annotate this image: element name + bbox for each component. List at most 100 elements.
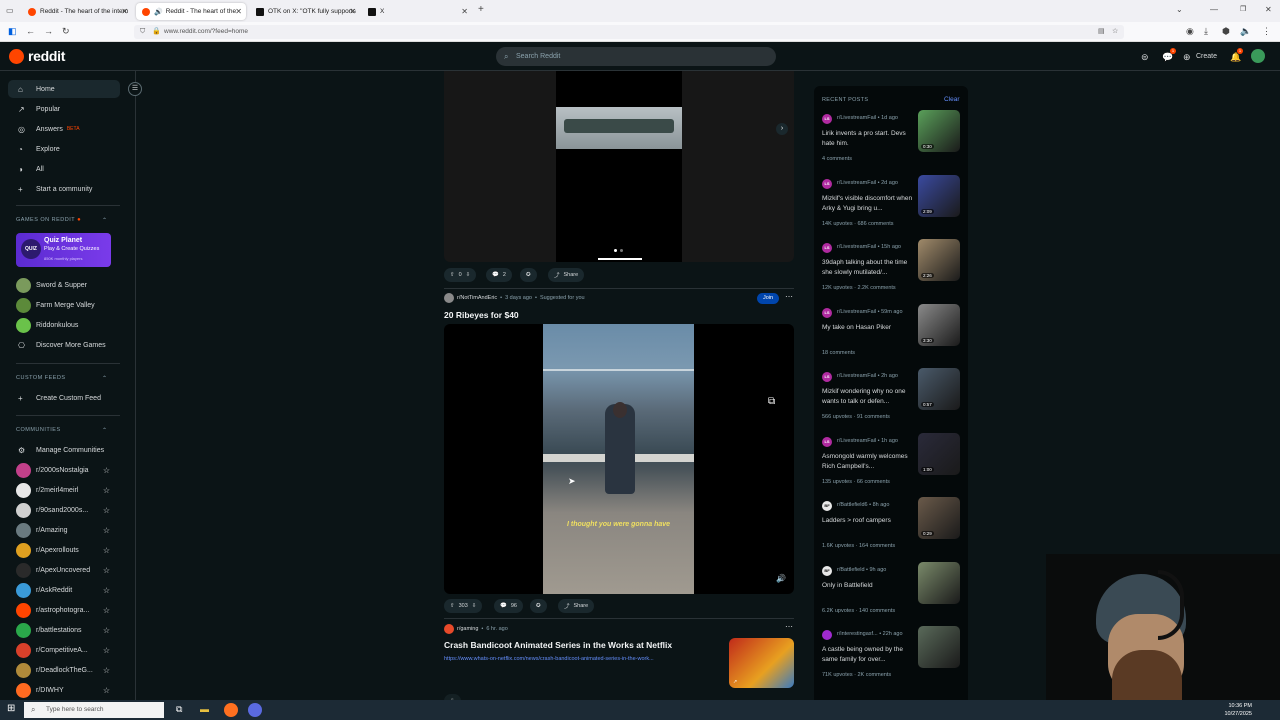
favorite-star-icon[interactable]: ☆ [103, 586, 110, 595]
recent-post-thumbnail[interactable]: 1:00 [918, 432, 960, 475]
sidebar-game-farm-merge[interactable]: Farm Merge Valley [8, 296, 120, 314]
sidebar-community-item[interactable]: r/battlestations ☆ [8, 621, 120, 639]
advertise-icon[interactable]: ⊜ [1141, 52, 1149, 63]
recent-post-title[interactable]: Asmongold warmly welcomes Rich Campbell'… [822, 452, 914, 472]
custom-feeds-header[interactable]: CUSTOM FEEDS ⌃ [16, 375, 107, 382]
favorite-star-icon[interactable]: ☆ [103, 666, 110, 675]
recent-post-thumbnail[interactable]: 0:57 [918, 368, 960, 410]
chevron-up-icon[interactable]: ⌃ [102, 217, 108, 224]
communities-header[interactable]: COMMUNITIES ⌃ [16, 427, 107, 434]
recent-post-thumbnail[interactable]: 0:29 [918, 497, 960, 539]
favorite-star-icon[interactable]: ☆ [103, 686, 110, 695]
recent-post-thumbnail[interactable]: 0:30 [918, 110, 960, 152]
favorite-star-icon[interactable]: ☆ [103, 606, 110, 615]
recent-post-subreddit[interactable]: r/LivestreamFail • 1d ago [837, 115, 898, 121]
maximize-icon[interactable]: ❐ [1240, 5, 1246, 13]
sidebar-community-item[interactable]: r/CompetitiveA... ☆ [8, 641, 120, 659]
chevron-up-icon[interactable]: ⌃ [102, 375, 108, 382]
favorite-star-icon[interactable]: ☆ [103, 466, 110, 475]
share-button[interactable]: ⤴ Share [548, 268, 585, 282]
extension-icon-2[interactable]: ⬢ [1222, 26, 1230, 37]
close-tab-icon[interactable]: ✕ [235, 7, 242, 16]
sidebar-community-item[interactable]: r/ApexUncovered ☆ [8, 561, 120, 579]
award-button[interactable]: ✪ [520, 268, 537, 282]
quiz-planet-banner[interactable]: QUIZ Quiz Planet Play & Create Quizzes 8… [16, 233, 111, 267]
recent-post-item[interactable]: LS r/LivestreamFail • 59m ago My take on H… [822, 303, 962, 370]
recent-post-thumbnail[interactable] [918, 561, 960, 604]
recent-post-subreddit[interactable]: r/interestingasf... • 22h ago [837, 631, 903, 637]
favorite-star-icon[interactable]: ☆ [103, 546, 110, 555]
more-options-icon[interactable]: ⋯ [785, 292, 793, 301]
recent-post-title[interactable]: Only in Battlefield [822, 581, 914, 601]
close-tab-icon[interactable]: ✕ [349, 7, 356, 16]
favorite-star-icon[interactable]: ☆ [103, 486, 110, 495]
sidebar-community-item[interactable]: r/90sand2000s... ☆ [8, 501, 120, 519]
favorite-star-icon[interactable]: ☆ [103, 626, 110, 635]
post-video[interactable]: I thought you were gonna have ⧉ 🔊 ➤ [444, 324, 794, 594]
recent-post-item[interactable]: LS r/LivestreamFail • 1h ago Asmongold war… [822, 432, 962, 499]
post-link[interactable]: https://www.whats-on-netflix.com/news/cr… [444, 656, 726, 662]
collapse-sidebar-button[interactable]: ☰ [128, 82, 142, 96]
close-window-icon[interactable]: ✕ [1265, 5, 1272, 14]
sidebar-discover-games[interactable]: ⎔ Discover More Games [8, 336, 120, 354]
sidebar-item-all[interactable]: ◑ All [8, 160, 120, 178]
volume-icon[interactable]: 🔊 [776, 574, 786, 583]
extension-icon[interactable]: ◉ [1186, 26, 1194, 37]
manage-communities[interactable]: ⚙ Manage Communities [8, 441, 120, 459]
post-title[interactable]: 20 Ribeyes for $40 [444, 310, 519, 320]
create-icon[interactable]: ⊕ [1183, 52, 1191, 63]
recent-post-subreddit[interactable]: r/LivestreamFail • 2h ago [837, 373, 898, 379]
recent-post-subreddit[interactable]: r/LivestreamFail • 15h ago [837, 244, 901, 250]
chevron-up-icon[interactable]: ⌃ [102, 427, 108, 434]
comments-button[interactable]: 💬 2 [486, 268, 512, 282]
recent-post-item[interactable]: BF r/Battlefield6 • 8h ago Ladders > roof … [822, 497, 962, 563]
sidebar-game-riddonkulous[interactable]: Riddonkulous [8, 316, 120, 334]
back-icon[interactable]: ← [26, 26, 35, 36]
audio-icon[interactable]: 🔈 [1240, 26, 1251, 37]
chevron-down-icon[interactable]: ⌄ [1176, 5, 1183, 14]
favorite-star-icon[interactable]: ☆ [103, 566, 110, 575]
sidebar-toggle-icon[interactable]: ◧ [8, 26, 17, 37]
favorite-star-icon[interactable]: ☆ [103, 526, 110, 535]
browser-tab-2[interactable]: 🔊 Reddit - The heart of the in ✕ [136, 3, 246, 20]
pip-icon[interactable]: ⧉ [768, 396, 775, 407]
speaker-icon[interactable]: 🔊 [154, 8, 163, 16]
recent-post-thumbnail[interactable] [918, 626, 960, 668]
carousel-next-icon[interactable]: › [776, 123, 788, 135]
sidebar-item-answers[interactable]: ◎ Answers BETA [8, 120, 120, 138]
downvote-icon[interactable]: ⇩ [472, 603, 477, 609]
browser-tab-1[interactable]: Reddit - The heart of the intern ✕ [22, 3, 132, 20]
recent-post-subreddit[interactable]: r/Battlefield • 9h ago [837, 567, 886, 573]
taskbar-search-input[interactable]: ⌕ Type here to search [24, 702, 164, 718]
tab-list-icon[interactable]: ▭ [6, 6, 14, 15]
create-custom-feed[interactable]: + Create Custom Feed [8, 389, 120, 407]
recent-post-title[interactable]: 39daph talking about the time she slowly… [822, 258, 914, 278]
post-media-carousel[interactable]: › [444, 71, 794, 262]
post-title[interactable]: Crash Bandicoot Animated Series in the W… [444, 640, 724, 650]
sidebar-community-item[interactable]: r/DIWHY ☆ [8, 681, 120, 699]
downloads-icon[interactable]: ⤓ [1204, 26, 1208, 37]
lock-icon[interactable]: 🔒 [152, 25, 161, 39]
recent-post-subreddit[interactable]: r/LivestreamFail • 59m ago [837, 309, 903, 315]
recent-post-title[interactable]: A castle being owned by the same family … [822, 645, 914, 665]
reader-view-icon[interactable]: ▤ [1098, 25, 1105, 39]
new-tab-button[interactable]: + [478, 4, 484, 15]
recent-post-thumbnail[interactable]: 2:09 [918, 174, 960, 217]
more-options-icon[interactable]: ⋯ [785, 622, 793, 631]
close-tab-icon[interactable]: ✕ [121, 7, 128, 16]
upvote-icon[interactable]: ⇧ [450, 272, 455, 278]
recent-post-subreddit[interactable]: r/Battlefield6 • 8h ago [837, 502, 889, 508]
discord-icon[interactable] [248, 703, 262, 717]
reload-icon[interactable]: ↻ [62, 26, 70, 37]
subreddit-avatar[interactable] [444, 624, 454, 634]
games-section-header[interactable]: GAMES ON REDDIT ● ⌃ [16, 217, 107, 224]
subreddit-avatar[interactable] [444, 293, 454, 303]
sidebar-item-explore[interactable]: ◔ Explore [8, 140, 120, 158]
post-thumbnail[interactable]: ↗ [729, 638, 794, 688]
downvote-icon[interactable]: ⇩ [466, 272, 471, 278]
recent-post-subreddit[interactable]: r/LivestreamFail • 1h ago [837, 438, 898, 444]
upvote-icon[interactable]: ⇧ [450, 603, 455, 609]
taskbar-clock[interactable]: 10:36 PM 10/27/2025 [1216, 702, 1252, 718]
favorite-star-icon[interactable]: ☆ [103, 646, 110, 655]
sidebar-community-item[interactable]: r/Apexrollouts ☆ [8, 541, 120, 559]
